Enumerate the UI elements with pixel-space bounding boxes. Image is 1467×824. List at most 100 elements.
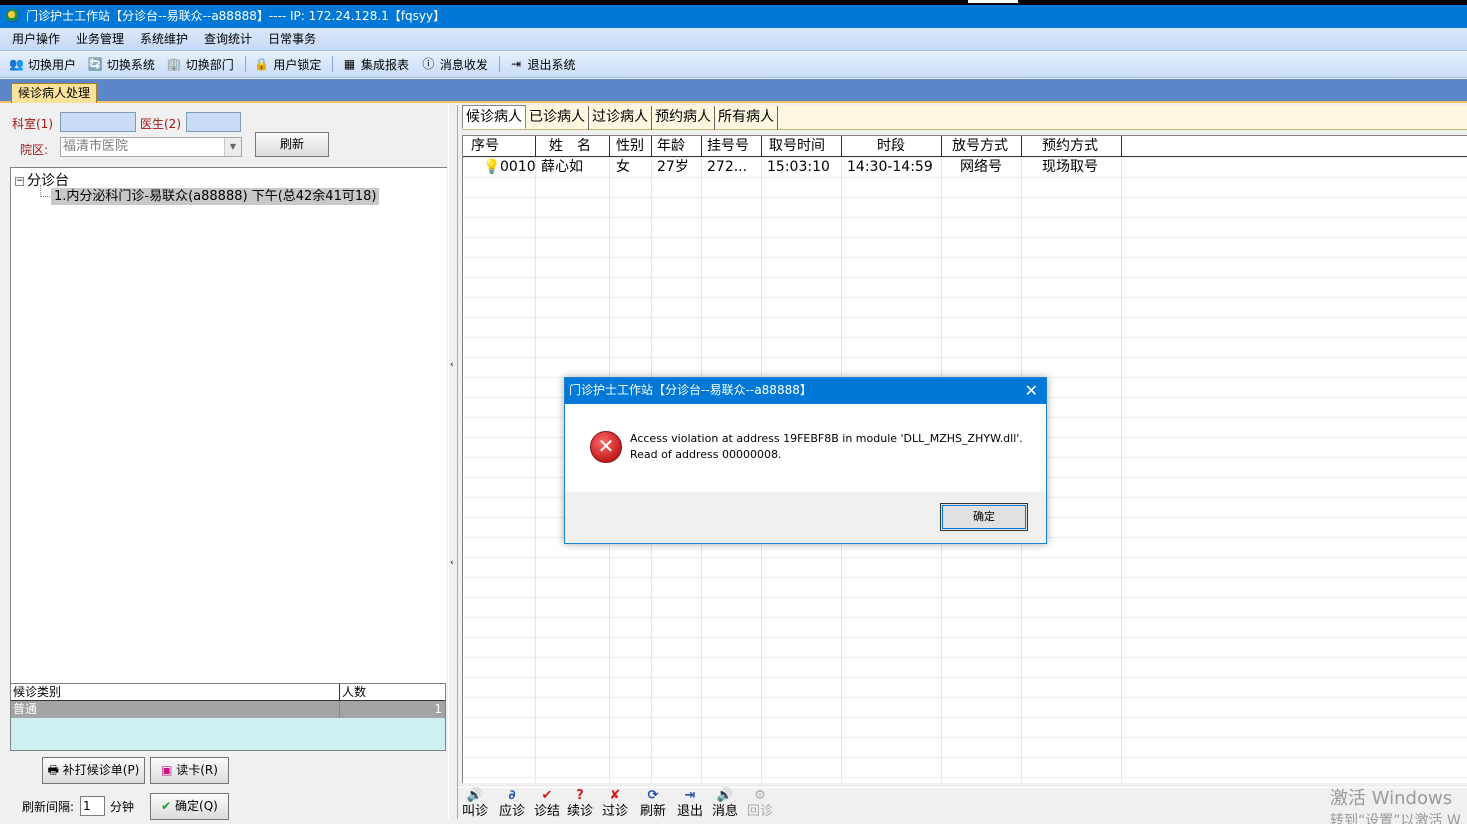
reprint-slip-button[interactable]: 🖶 补打候诊单(P) <box>42 757 145 784</box>
message-action-button[interactable]: 🔊 消息 <box>709 788 741 819</box>
menu-daily[interactable]: 日常事务 <box>260 28 324 50</box>
col-take-time[interactable]: 取号时间 <box>769 137 825 155</box>
confirm-button[interactable]: ✔ 确定(Q) <box>150 793 229 820</box>
category-name: 普通 <box>13 702 38 716</box>
grid-line <box>1121 136 1122 783</box>
col-count: 人数 <box>339 684 366 701</box>
interval-input[interactable]: 1 <box>80 796 105 816</box>
report-label: 集成报表 <box>361 57 410 72</box>
refresh-action-label: 刷新 <box>639 804 666 819</box>
printer-icon: 🖶 <box>47 763 59 777</box>
menu-user-ops[interactable]: 用户操作 <box>4 28 68 50</box>
toolbar: 👥 切换用户 🔄 切换系统 🏢 切换部门 🔒 用户锁定 ▦ 集成报表 ⓘ 消息收发 ⇥ 退出系… <box>0 52 1467 78</box>
menu-business[interactable]: 业务管理 <box>68 28 132 50</box>
read-card-label: 读卡(R) <box>176 763 218 777</box>
tab-seen[interactable]: 已诊病人 <box>526 106 589 130</box>
campus-select[interactable]: 福清市医院 ▼ <box>60 137 242 157</box>
exit-system-button[interactable]: ⇥ 退出系统 <box>506 52 581 76</box>
message-icon: ⓘ <box>422 56 435 71</box>
col-name[interactable]: 姓 名 <box>549 137 591 155</box>
switch-user-button[interactable]: 👥 切换用户 <box>6 52 81 76</box>
col-booking[interactable]: 预约方式 <box>1042 137 1098 155</box>
cell-name: 薛心如 <box>541 159 583 175</box>
switch-system-label: 切换系统 <box>106 57 155 72</box>
cell-reg-no: 272... <box>707 159 748 175</box>
col-seq[interactable]: 序号 <box>471 137 499 155</box>
toolbar-separator <box>498 56 500 72</box>
campus-value: 福清市医院 <box>63 139 129 154</box>
doctor-label: 医生(2) <box>140 117 181 131</box>
exit-icon: ⇥ <box>684 788 696 803</box>
accept-button[interactable]: ∂ 应诊 <box>496 788 528 819</box>
activation-watermark-hint: 转到“设置”以激活 W <box>1330 813 1461 824</box>
close-icon[interactable]: ✕ <box>1025 378 1038 403</box>
read-card-button[interactable]: ▣ 读卡(R) <box>150 757 229 784</box>
error-dialog: 门诊护士工作站【分诊台--易联众--a88888】 ✕ ✕ Access vio… <box>564 377 1047 544</box>
col-age[interactable]: 年龄 <box>657 137 685 155</box>
recall-button[interactable]: ⚙ 回诊 <box>744 788 776 819</box>
refresh-action-button[interactable]: ⟳ 刷新 <box>637 788 669 819</box>
col-category: 候诊类别 <box>13 685 62 699</box>
tab-all[interactable]: 所有病人 <box>715 106 778 130</box>
speaker-icon: 🔊 <box>716 788 734 803</box>
col-reg-no[interactable]: 挂号号 <box>707 137 749 155</box>
window-title: 门诊护士工作站【分诊台--易联众--a88888】---- IP: 172.24… <box>26 9 446 23</box>
toolbar-separator <box>244 56 246 72</box>
tree-root[interactable]: − 分诊台 <box>15 170 69 190</box>
col-sex[interactable]: 性别 <box>616 137 644 155</box>
table-row[interactable]: 普通 1 <box>11 701 445 718</box>
accept-label: 应诊 <box>498 804 525 819</box>
continue-button[interactable]: ? 续诊 <box>564 788 596 819</box>
checkmark-icon: ✔ <box>161 799 172 813</box>
call-button[interactable]: 🔊 叫诊 <box>459 788 491 819</box>
cell-booking: 现场取号 <box>1042 159 1098 175</box>
finish-label: 诊结 <box>533 804 560 819</box>
tab-booked[interactable]: 预约病人 <box>652 106 715 130</box>
speaker-icon: 🔊 <box>466 788 484 803</box>
patient-tabs: 候诊病人 已诊病人 过诊病人 预约病人 所有病人 <box>462 105 1467 130</box>
switch-dept-icon: 🏢 <box>166 56 182 71</box>
call-label: 叫诊 <box>461 804 488 819</box>
switch-dept-button[interactable]: 🏢 切换部门 <box>164 52 239 76</box>
collapse-left-icon-2[interactable]: ‹ <box>450 558 454 568</box>
report-button[interactable]: ▦ 集成报表 <box>339 52 414 76</box>
interval-unit: 分钟 <box>110 800 135 814</box>
triage-tree: − 分诊台 1.内分泌科门诊-易联众(a88888) 下午(总42余41可18) <box>10 167 447 683</box>
tab-waiting[interactable]: 候诊病人 <box>462 105 526 129</box>
card-reader-icon: ▣ <box>161 763 173 777</box>
panel-splitter[interactable]: ‹ ‹ <box>448 105 458 819</box>
exit-action-button[interactable]: ⇥ 退出 <box>674 788 706 819</box>
recall-label: 回诊 <box>746 804 773 819</box>
message-button[interactable]: ⓘ 消息收发 <box>418 52 493 76</box>
tab-waiting-patient-handling[interactable]: 候诊病人处理 <box>11 83 98 103</box>
chevron-down-icon[interactable]: ▼ <box>224 138 241 156</box>
doctor-input[interactable] <box>186 112 241 132</box>
col-release[interactable]: 放号方式 <box>952 137 1008 155</box>
checkmark-icon: ✔ <box>541 788 553 803</box>
pass-button[interactable]: ✘ 过诊 <box>599 788 631 819</box>
lock-user-button[interactable]: 🔒 用户锁定 <box>251 52 326 76</box>
col-period[interactable]: 时段 <box>877 137 905 155</box>
campus-label: 院区: <box>20 143 49 157</box>
ok-button[interactable]: 确定 <box>940 503 1028 531</box>
pass-label: 过诊 <box>601 804 628 819</box>
activation-watermark: 激活 Windows <box>1330 788 1453 809</box>
lock-user-label: 用户锁定 <box>273 57 322 72</box>
collapse-left-icon[interactable]: ‹ <box>450 360 454 370</box>
confirm-label: 确定(Q) <box>175 799 218 813</box>
menu-query[interactable]: 查询统计 <box>196 28 260 50</box>
tab-passed[interactable]: 过诊病人 <box>589 106 652 130</box>
refresh-icon: ⟳ <box>647 788 659 803</box>
tree-item-clinic[interactable]: 1.内分泌科门诊-易联众(a88888) 下午(总42余41可18) <box>51 188 380 205</box>
tree-root-label: 分诊台 <box>27 173 69 189</box>
switch-system-button[interactable]: 🔄 切换系统 <box>85 52 160 76</box>
dept-input[interactable] <box>60 112 136 132</box>
menu-system[interactable]: 系统维护 <box>132 28 196 50</box>
collapse-icon[interactable]: − <box>15 176 24 186</box>
cell-take-time: 15:03:10 <box>767 159 830 175</box>
app-logo-icon <box>6 9 20 23</box>
finish-button[interactable]: ✔ 诊结 <box>531 788 563 819</box>
cell-seq: 0010 <box>500 159 536 175</box>
refresh-button[interactable]: 刷新 <box>255 132 329 157</box>
toolbar-separator <box>332 56 334 72</box>
